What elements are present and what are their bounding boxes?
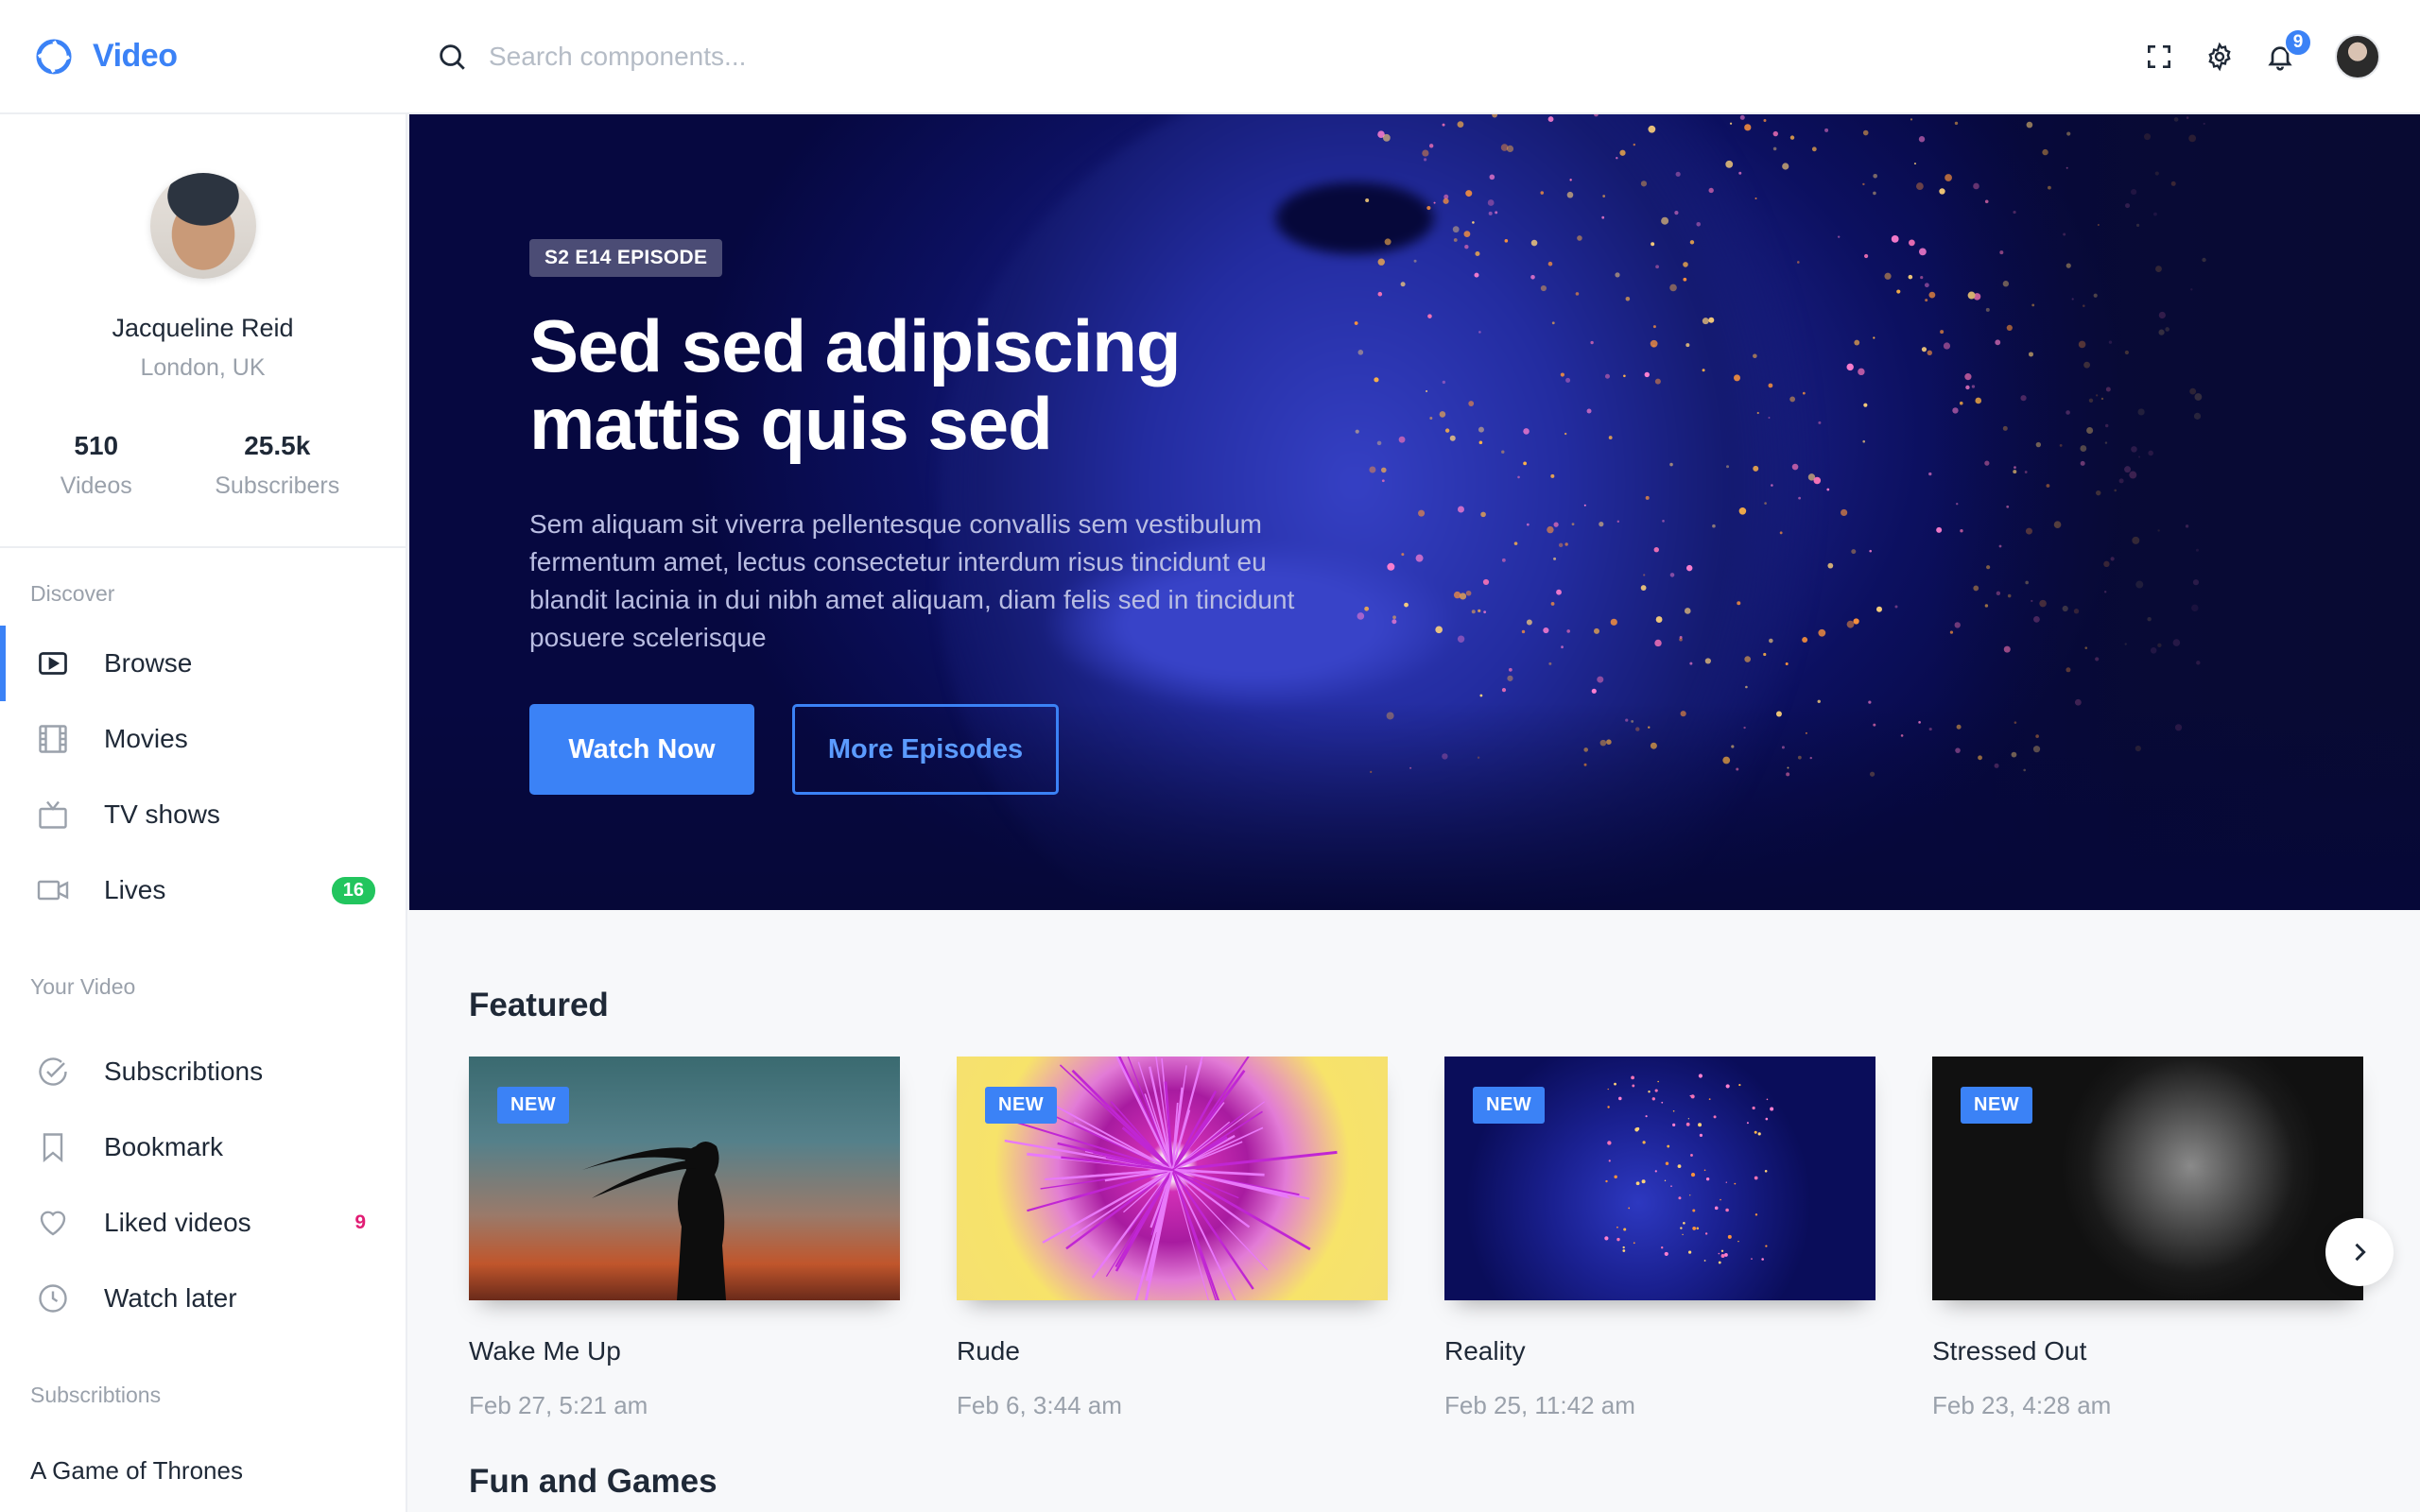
film-icon: [39, 725, 67, 753]
video-card[interactable]: NEW Rude Feb 6, 3:44 am: [957, 1057, 1388, 1420]
watch-now-button[interactable]: Watch Now: [529, 704, 754, 795]
user-avatar[interactable]: [2335, 33, 2380, 79]
notifications-button[interactable]: 9: [2265, 27, 2312, 72]
top-bar: Video 9: [0, 0, 2420, 114]
video-thumbnail[interactable]: NEW: [1444, 1057, 1876, 1300]
search-bar: [407, 41, 2144, 73]
sidebar-item-tv-shows[interactable]: TV shows: [0, 777, 406, 852]
gear-icon: [2208, 42, 2231, 71]
hero-title: Sed sed adipiscing mattis quis sed: [529, 307, 1380, 462]
hero-content: S2 E14 EPISODE Sed sed adipiscing mattis…: [529, 239, 1380, 795]
stat-label: Videos: [60, 472, 132, 499]
video-title[interactable]: Wake Me Up: [469, 1336, 900, 1366]
sidebar-item-subscriptions[interactable]: Subscribtions: [0, 1034, 406, 1109]
tv-icon: [39, 800, 67, 829]
video-card[interactable]: NEW Reality Feb 25, 11:42 am: [1444, 1057, 1876, 1420]
profile-card: Jacqueline Reid London, UK 510 Videos 25…: [0, 114, 406, 548]
discover-nav: Browse Movies TV shows Lives 16: [0, 626, 406, 928]
stat-value: 25.5k: [244, 431, 311, 460]
hero-title-line: mattis quis sed: [529, 382, 1053, 465]
hero-actions: Watch Now More Episodes: [529, 704, 1380, 795]
notification-badge: 9: [2284, 27, 2312, 57]
sidebar-item-movies[interactable]: Movies: [0, 701, 406, 777]
video-thumbnail[interactable]: NEW: [469, 1057, 900, 1300]
video-date: Feb 25, 11:42 am: [1444, 1391, 1635, 1419]
featured-title: Featured: [469, 987, 609, 1023]
chevron-right-icon: [2355, 1243, 2366, 1262]
brand-name: Video: [93, 38, 178, 74]
search-icon: [440, 43, 465, 70]
sidebar: Jacqueline Reid London, UK 510 Videos 25…: [0, 114, 407, 1512]
episode-tag: S2 E14 EPISODE: [529, 239, 723, 277]
liked-count: 9: [354, 1211, 366, 1233]
profile-name: Jacqueline Reid: [112, 314, 294, 342]
brand[interactable]: Video: [0, 0, 407, 112]
more-episodes-button[interactable]: More Episodes: [792, 704, 1059, 795]
check-circle-icon: [39, 1057, 67, 1086]
aperture-logo-icon: [36, 38, 72, 75]
video-thumbnail[interactable]: NEW: [1932, 1057, 2363, 1300]
sidebar-item-label: Liked videos: [104, 1208, 251, 1237]
stat-label: Subscribers: [215, 472, 340, 499]
heart-icon: [40, 1211, 66, 1236]
fullscreen-button[interactable]: [2144, 42, 2174, 72]
video-thumbnail[interactable]: NEW: [957, 1057, 1388, 1300]
section-title-subscriptions: Subscribtions: [30, 1383, 162, 1407]
new-badge: NEW: [985, 1087, 1058, 1124]
video-date: Feb 6, 3:44 am: [957, 1391, 1122, 1419]
sidebar-item-browse[interactable]: Browse: [0, 626, 406, 701]
video-date: Feb 27, 5:21 am: [469, 1391, 648, 1419]
video-card[interactable]: NEW Stressed Out Feb 23, 4:28 am: [1932, 1057, 2363, 1420]
hero-description: Sem aliquam sit viverra pellentesque con…: [529, 509, 1295, 652]
new-badge: NEW: [1961, 1087, 2033, 1124]
sidebar-item-bookmark[interactable]: Bookmark: [0, 1109, 406, 1185]
subscription-item[interactable]: A Game of Thrones: [0, 1456, 406, 1486]
sidebar-item-label: Browse: [104, 648, 193, 678]
sidebar-item-label: Watch later: [104, 1283, 237, 1313]
sidebar-item-label: Movies: [104, 724, 188, 753]
featured-carousel: NEW Wake Me Up Feb 27, 5:21 am NEW Rude …: [469, 1057, 2363, 1453]
sidebar-item-label: TV shows: [104, 799, 220, 829]
carousel-next-button[interactable]: [2325, 1218, 2394, 1286]
settings-button[interactable]: [2204, 42, 2235, 72]
sidebar-item-label: Bookmark: [104, 1132, 224, 1161]
video-title[interactable]: Rude: [957, 1336, 1388, 1366]
stat-subscribers: 25.5k Subscribers: [215, 431, 339, 500]
sidebar-item-label: Lives: [104, 875, 166, 904]
sidebar-item-watch-later[interactable]: Watch later: [0, 1261, 406, 1336]
new-badge: NEW: [1473, 1087, 1546, 1124]
profile-stats: 510 Videos 25.5k Subscribers: [0, 431, 406, 500]
top-actions: 9: [2144, 27, 2420, 79]
stat-value: 510: [74, 431, 119, 460]
new-badge: NEW: [497, 1087, 570, 1124]
hero-title-line: Sed sed adipiscing: [529, 304, 1182, 387]
fullscreen-icon: [2148, 44, 2170, 68]
video-date: Feb 23, 4:28 am: [1932, 1391, 2112, 1419]
clock-icon: [39, 1284, 67, 1313]
profile-location: London, UK: [140, 354, 266, 381]
video-card[interactable]: NEW Wake Me Up Feb 27, 5:21 am: [469, 1057, 900, 1420]
your-video-nav: Subscribtions Bookmark Liked videos 9 Wa…: [0, 1034, 406, 1336]
camera-icon: [37, 880, 69, 901]
sidebar-item-lives[interactable]: Lives 16: [0, 852, 406, 928]
hero-banner: S2 E14 EPISODE Sed sed adipiscing mattis…: [409, 114, 2420, 910]
play-icon: [39, 652, 67, 675]
sidebar-item-label: Subscribtions: [104, 1057, 264, 1086]
live-count-badge: 16: [331, 876, 375, 904]
video-title[interactable]: Stressed Out: [1932, 1336, 2363, 1366]
fun-and-games-title: Fun and Games: [469, 1463, 717, 1500]
stat-videos: 510 Videos: [60, 431, 132, 500]
sidebar-item-liked-videos[interactable]: Liked videos 9: [0, 1185, 406, 1261]
section-title-your-video: Your Video: [30, 974, 136, 999]
bookmark-icon: [43, 1133, 63, 1163]
profile-avatar[interactable]: [149, 173, 256, 279]
video-title[interactable]: Reality: [1444, 1336, 1876, 1366]
section-title-discover: Discover: [30, 581, 115, 606]
search-input[interactable]: [489, 41, 1150, 72]
